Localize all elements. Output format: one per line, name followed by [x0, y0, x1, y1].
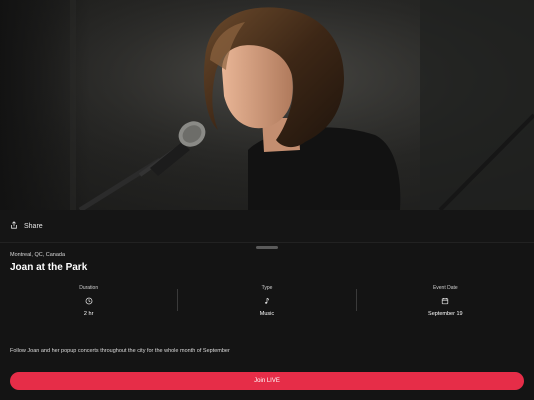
- join-live-button[interactable]: Join LIVE: [10, 372, 524, 390]
- event-hero-image: [0, 0, 534, 210]
- event-location: Montreal, QC, Canada: [10, 252, 66, 258]
- stat-event-date-value: September 19: [428, 311, 463, 317]
- event-stats: Duration 2 hr Type Music Event Date Sept…: [0, 283, 534, 319]
- clock-icon: [85, 297, 93, 305]
- stat-event-date: Event Date September 19: [357, 283, 534, 319]
- stat-event-date-label: Event Date: [432, 285, 458, 291]
- share-label: Share: [24, 222, 43, 230]
- event-detail-screen: Share Montreal, QC, Canada Joan at the P…: [0, 0, 534, 400]
- calendar-icon: [441, 297, 449, 305]
- sheet-drag-handle[interactable]: [256, 246, 278, 249]
- share-button[interactable]: Share: [10, 221, 43, 231]
- event-title: Joan at the Park: [10, 262, 88, 273]
- stat-duration-value: 2 hr: [83, 311, 94, 317]
- stat-type-label: Type: [261, 285, 273, 291]
- stat-type-value: Music: [259, 311, 275, 317]
- event-description: Follow Joan and her popup concerts throu…: [10, 348, 230, 354]
- stat-type: Type Music: [178, 283, 355, 319]
- stat-duration: Duration 2 hr: [0, 283, 177, 319]
- music-note-icon: [263, 297, 271, 305]
- share-icon: [10, 221, 18, 231]
- stat-duration-label: Duration: [79, 285, 99, 291]
- share-bar: Share: [0, 210, 534, 243]
